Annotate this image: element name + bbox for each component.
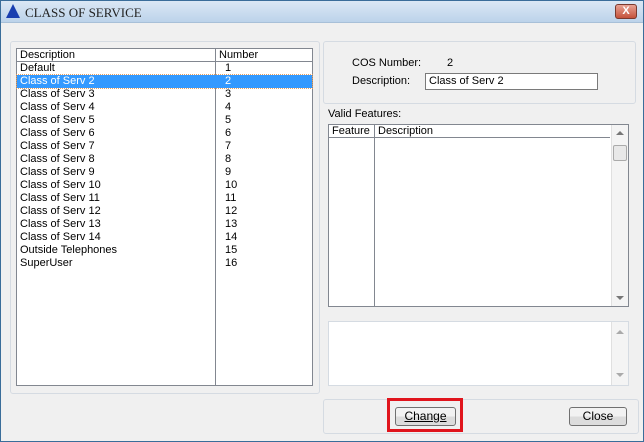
row-description: Class of Serv 7 [20, 140, 95, 152]
title-bar: CLASS OF SERVICE X [1, 1, 643, 23]
row-description: Class of Serv 8 [20, 153, 95, 165]
cos-list-row[interactable]: Class of Serv 2 2 [16, 74, 313, 89]
row-description: Class of Serv 12 [20, 205, 101, 217]
column-divider [374, 138, 375, 306]
row-number: 12 [225, 205, 238, 217]
cos-list[interactable]: Description Number Default 1 Class of Serv… [16, 48, 313, 386]
cos-list-panel: Description Number Default 1 Class of Serv… [10, 41, 320, 394]
cos-list-row[interactable]: Class of Serv 12 12 [17, 205, 312, 218]
change-button[interactable]: Change [395, 407, 456, 426]
row-number: 5 [225, 114, 232, 126]
row-description: Default [20, 62, 55, 74]
feature-notes-area[interactable] [328, 321, 629, 386]
row-description: Class of Serv 10 [20, 179, 101, 191]
row-number: 4 [225, 101, 232, 113]
cos-list-row[interactable]: Class of Serv 4 4 [17, 101, 312, 114]
scroll-down-icon[interactable] [616, 373, 624, 377]
row-number: 8 [225, 153, 232, 165]
cos-list-row[interactable]: SuperUser 16 [17, 257, 312, 270]
row-number: 2 [225, 75, 232, 87]
features-scrollbar[interactable] [611, 125, 628, 306]
cos-list-row[interactable]: Class of Serv 5 5 [17, 114, 312, 127]
scroll-up-icon[interactable] [616, 330, 624, 334]
row-description: Class of Serv 2 [20, 75, 95, 87]
row-description: Class of Serv 4 [20, 101, 95, 113]
row-description: Outside Telephones [20, 244, 118, 256]
cos-list-row[interactable]: Class of Serv 13 13 [17, 218, 312, 231]
cos-list-row[interactable]: Class of Serv 7 7 [17, 140, 312, 153]
row-description: Class of Serv 6 [20, 127, 95, 139]
cos-list-row[interactable]: Class of Serv 8 8 [17, 153, 312, 166]
column-header-feature[interactable]: Feature [329, 125, 370, 138]
close-button[interactable]: Close [569, 407, 627, 426]
valid-features-label: Valid Features: [328, 108, 402, 120]
row-number: 7 [225, 140, 232, 152]
description-label: Description: [352, 75, 411, 87]
change-label: Change [404, 409, 447, 423]
scroll-up-icon[interactable] [616, 131, 624, 135]
cos-list-row[interactable]: Class of Serv 9 9 [17, 166, 312, 179]
row-number: 1 [225, 62, 232, 74]
details-panel: COS Number: 2 Description: Class of Serv… [323, 41, 636, 104]
cos-list-row[interactable]: Default 1 [17, 62, 312, 75]
row-number: 9 [225, 166, 232, 178]
column-header-feature-description[interactable]: Description [374, 125, 433, 138]
row-number: 16 [225, 257, 238, 269]
cos-number-value: 2 [447, 57, 454, 69]
column-header-description[interactable]: Description [17, 49, 75, 62]
features-list[interactable]: Feature Description [328, 124, 629, 307]
window-title: CLASS OF SERVICE [25, 5, 142, 20]
window-close-button[interactable]: X [615, 4, 637, 19]
row-number: 3 [225, 88, 232, 100]
row-number: 6 [225, 127, 232, 139]
row-description: Class of Serv 14 [20, 231, 101, 243]
row-number: 14 [225, 231, 238, 243]
row-description: Class of Serv 3 [20, 88, 95, 100]
row-description: SuperUser [20, 257, 73, 269]
row-description: Class of Serv 9 [20, 166, 95, 178]
features-header: Feature Description [329, 125, 610, 138]
description-input[interactable]: Class of Serv 2 [425, 73, 598, 90]
column-header-number[interactable]: Number [215, 49, 258, 62]
notes-scrollbar[interactable] [611, 322, 628, 385]
row-number: 13 [225, 218, 238, 230]
cos-number-label: COS Number: [352, 57, 422, 69]
cos-list-header: Description Number [17, 49, 312, 62]
row-number: 11 [225, 192, 237, 204]
row-number: 15 [225, 244, 238, 256]
row-number: 10 [225, 179, 238, 191]
cos-list-row[interactable]: Class of Serv 10 10 [17, 179, 312, 192]
row-description: Class of Serv 5 [20, 114, 95, 126]
cos-list-row[interactable]: Class of Serv 6 6 [17, 127, 312, 140]
scroll-thumb[interactable] [613, 145, 627, 161]
row-description: Class of Serv 13 [20, 218, 101, 230]
cos-list-row[interactable]: Class of Serv 3 3 [17, 88, 312, 101]
class-of-service-window: CLASS OF SERVICE X Description Number De… [0, 0, 644, 442]
app-triangle-icon [6, 4, 20, 18]
cos-list-row[interactable]: Class of Serv 14 14 [17, 231, 312, 244]
cos-list-row[interactable]: Class of Serv 11 11 [17, 192, 312, 205]
cos-list-row[interactable]: Outside Telephones 15 [17, 244, 312, 257]
row-description: Class of Serv 11 [20, 192, 100, 204]
scroll-down-icon[interactable] [616, 296, 624, 300]
